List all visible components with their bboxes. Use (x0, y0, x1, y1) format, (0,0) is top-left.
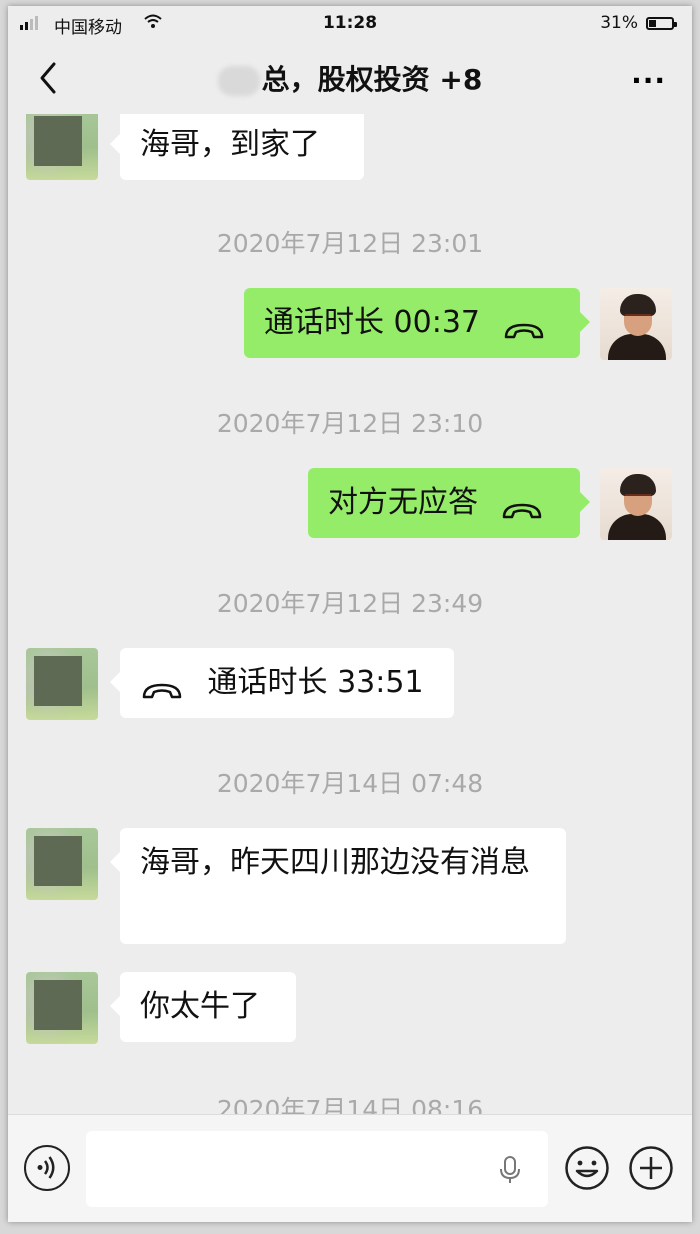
battery-fill (649, 20, 656, 27)
message-bubble[interactable]: 海哥，到家了 (110, 114, 364, 180)
input-bar (8, 1114, 692, 1222)
phone-hangup-icon (500, 493, 544, 518)
emoji-icon (565, 1146, 609, 1190)
more-functions-button[interactable] (628, 1145, 674, 1191)
my-avatar[interactable] (600, 468, 672, 540)
call-record-bubble[interactable]: 通话时长 00:37 (244, 288, 590, 358)
chat-header: 总，股权投资 +8 ··· (8, 42, 692, 114)
voice-icon (37, 1156, 55, 1179)
contact-avatar[interactable] (26, 828, 98, 900)
message-bubble[interactable]: 你太牛了 (110, 972, 296, 1042)
my-avatar[interactable] (600, 288, 672, 360)
emoji-button[interactable] (564, 1145, 610, 1191)
message-timestamp: 2020年7月14日 08:16 (216, 1095, 484, 1114)
message-bubble[interactable]: 海哥，昨天四川那边没有消息 (110, 828, 566, 944)
call-duration-text: 通话时长 33:51 (207, 665, 424, 700)
phone-screen: 中国移动 11:28 31% 总，股权投资 +8 ··· 海哥，到家了 2020… (8, 6, 692, 1222)
chat-title: 总，股权投资 +8 (261, 63, 483, 96)
contact-avatar[interactable] (26, 114, 98, 180)
battery-icon (646, 17, 677, 30)
message-text: 海哥，到家了 (140, 127, 320, 162)
plus-icon (629, 1146, 673, 1190)
contact-avatar[interactable] (26, 648, 98, 720)
chat-title-area: 总，股权投资 +8 (8, 58, 692, 98)
message-timestamp: 2020年7月14日 07:48 (216, 769, 484, 798)
battery-percent: 31% (600, 13, 638, 33)
voice-button[interactable] (24, 1145, 70, 1191)
message-input[interactable] (86, 1131, 548, 1207)
message-text: 你太牛了 (140, 989, 260, 1024)
call-record-bubble[interactable]: 对方无应答 (308, 468, 590, 538)
microphone-icon[interactable] (498, 1155, 522, 1185)
more-button[interactable]: ··· (631, 64, 666, 97)
message-timestamp: 2020年7月12日 23:10 (216, 409, 484, 438)
call-status-text: 对方无应答 (328, 485, 478, 520)
contact-avatar[interactable] (26, 972, 98, 1044)
call-duration-text: 通话时长 00:37 (264, 305, 480, 340)
message-timestamp: 2020年7月12日 23:01 (216, 229, 484, 258)
message-text: 海哥，昨天四川那边没有消息 (140, 845, 530, 880)
redacted-name (217, 66, 260, 96)
call-record-bubble[interactable]: 通话时长 33:51 (110, 648, 454, 718)
phone-hangup-icon (140, 673, 184, 698)
message-timestamp: 2020年7月12日 23:49 (216, 589, 484, 618)
phone-hangup-icon (502, 313, 546, 338)
more-icon: ··· (631, 64, 666, 97)
status-bar: 中国移动 11:28 31% (8, 6, 692, 42)
message-list[interactable]: 海哥，到家了 2020年7月12日 23:01 通话时长 00:37 2020年… (8, 114, 692, 1114)
clock: 11:28 (322, 13, 378, 33)
